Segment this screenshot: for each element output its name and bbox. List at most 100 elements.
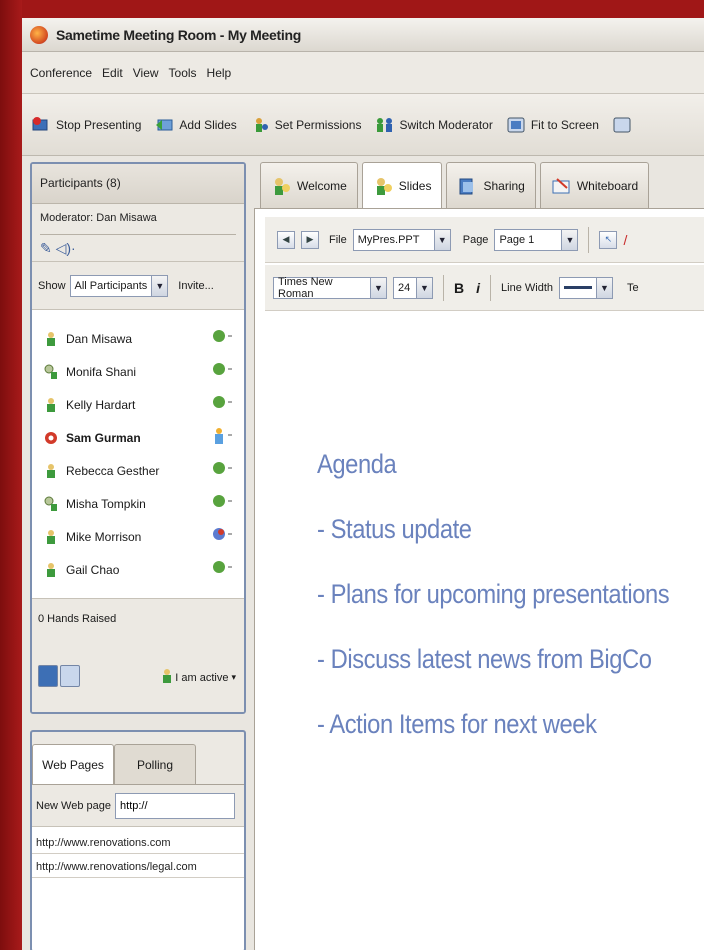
next-slide-button[interactable]: ▶ — [301, 230, 319, 249]
fit-to-screen-icon — [507, 117, 525, 133]
tab-welcome[interactable]: Welcome — [260, 162, 358, 208]
tab-slides[interactable]: Slides — [361, 162, 443, 208]
page-select[interactable]: Page 1 ▼ — [494, 228, 579, 251]
slide-bullet: - Status update — [317, 514, 472, 544]
slides-toolbar: ◀ ▶ File MyPres.PPT ▼ Page Page 1 ▼ ↖ / — [265, 217, 704, 263]
web-link[interactable]: http://www.renovations/legal.com — [36, 861, 197, 873]
moderator-label: Moderator: Dan Misawa — [40, 212, 157, 224]
menu-help[interactable]: Help — [207, 66, 232, 80]
pen-speaker-icon[interactable]: ✎ ◁)· — [40, 240, 76, 257]
connected-status-icon — [212, 328, 234, 347]
line-width-select[interactable]: ▼ — [559, 276, 613, 299]
active-status-menu[interactable]: I am active ▾ — [162, 669, 236, 686]
participant-name: Gail Chao — [66, 562, 120, 577]
menu-tools[interactable]: Tools — [169, 66, 197, 80]
welcome-icon — [275, 177, 290, 195]
menu-view[interactable]: View — [133, 66, 159, 80]
hands-raised-count: 0 Hands Raised — [38, 613, 117, 625]
connected-status-icon — [212, 460, 234, 479]
participant-row[interactable]: Dan Misawa — [32, 322, 244, 355]
font-select[interactable]: Times New Roman ▼ — [273, 275, 387, 300]
bold-button[interactable]: B — [454, 280, 464, 296]
tab-whiteboard-label: Whiteboard — [576, 178, 639, 193]
menu-bar: Conference Edit View Tools Help — [22, 52, 704, 94]
active-status-label: I am active — [175, 671, 229, 684]
participant-name: Misha Tompkin — [66, 496, 146, 511]
participant-row[interactable]: Kelly Hardart — [32, 388, 244, 421]
chat-view-button[interactable] — [60, 665, 80, 687]
web-link[interactable]: http://www.renovations.com — [36, 837, 171, 849]
pointer-tool-button[interactable]: ↖ — [599, 230, 618, 249]
participant-filter-value: All Participants — [74, 279, 148, 292]
presenting-status-icon — [212, 427, 234, 448]
previous-slide-button[interactable]: ◀ — [277, 230, 295, 249]
participant-name: Monifa Shani — [66, 364, 137, 379]
show-label: Show — [38, 279, 66, 292]
person-icon — [44, 331, 58, 347]
tab-web-pages[interactable]: Web Pages — [32, 744, 114, 784]
menu-conference[interactable]: Conference — [30, 66, 92, 80]
permissions-icon — [251, 117, 269, 133]
text-label: Te — [627, 281, 639, 294]
show-filter-row: Show All Participants ▼ Invite... — [32, 262, 244, 310]
url-input[interactable] — [115, 792, 236, 819]
participant-row[interactable]: Rebecca Gesther — [32, 454, 244, 487]
sharing-icon — [459, 178, 474, 194]
tab-polling[interactable]: Polling — [114, 744, 196, 784]
line-width-preview — [560, 286, 596, 289]
participant-row[interactable]: Misha Tompkin — [32, 487, 244, 520]
participant-list: Dan Misawa Monifa Shani Kelly Hardart Sa… — [32, 310, 244, 600]
person-icon — [44, 397, 58, 413]
web-tabs: Web Pages Polling — [32, 744, 196, 784]
list-view-button[interactable] — [38, 665, 58, 687]
tab-sharing-label: Sharing — [483, 178, 525, 193]
participants-header: Participants (8) — [32, 164, 244, 204]
font-size-select[interactable]: 24 ▼ — [393, 276, 433, 299]
whiteboard-icon — [552, 177, 570, 193]
toolbar-separator — [490, 274, 492, 301]
menu-edit[interactable]: Edit — [102, 66, 123, 80]
invite-link[interactable]: Invite... — [178, 280, 213, 292]
participant-row[interactable]: Monifa Shani — [32, 355, 244, 388]
mixed-status-icon — [212, 526, 234, 545]
participant-row[interactable]: Mike Morrison — [32, 520, 244, 553]
slide-title: Agenda — [317, 449, 397, 479]
person-chat-icon — [44, 364, 58, 380]
slide-bullet: - Discuss latest news from BigCo — [317, 644, 652, 674]
format-toolbar: Times New Roman ▼ 24 ▼ B i Line Width ▼ … — [265, 265, 704, 311]
line-width-label: Line Width — [501, 281, 553, 294]
participant-row[interactable]: Gail Chao — [32, 553, 244, 586]
chevron-down-icon: ▼ — [416, 277, 432, 298]
font-select-value: Times New Roman — [278, 275, 333, 300]
divider — [32, 877, 244, 878]
main-tabs: Welcome Slides Sharing Whiteboard — [254, 162, 650, 208]
pen-tool-icon[interactable]: / — [623, 232, 627, 248]
toolbar-overflow-button[interactable] — [613, 117, 631, 133]
outer-top-border — [0, 0, 704, 18]
stop-presenting-label: Stop Presenting — [56, 117, 142, 132]
italic-button[interactable]: i — [476, 280, 480, 296]
fit-to-screen-label: Fit to Screen — [530, 117, 599, 132]
tab-whiteboard[interactable]: Whiteboard — [539, 162, 650, 208]
web-pages-body: New Web page http://www.renovations.com … — [32, 784, 244, 950]
meeting-window: Sametime Meeting Room - My Meeting Confe… — [22, 18, 704, 950]
divider — [40, 234, 236, 235]
person-icon — [162, 669, 172, 686]
participant-filter-select[interactable]: All Participants ▼ — [69, 274, 169, 297]
switch-moderator-button[interactable]: Switch Moderator — [375, 117, 493, 133]
participant-name: Dan Misawa — [66, 331, 133, 346]
file-select-value: MyPres.PPT — [357, 233, 420, 246]
sametime-logo-icon — [30, 25, 48, 44]
stop-presenting-button[interactable]: Stop Presenting — [32, 116, 142, 133]
toolbar-separator — [588, 226, 590, 253]
tab-sharing[interactable]: Sharing — [446, 162, 536, 208]
fit-to-screen-button[interactable]: Fit to Screen — [507, 117, 599, 133]
participant-row[interactable]: Sam Gurman — [32, 421, 244, 454]
add-slides-icon — [155, 117, 173, 133]
page-select-value: Page 1 — [499, 233, 535, 246]
file-select[interactable]: MyPres.PPT ▼ — [352, 228, 451, 251]
moderator-section: Moderator: Dan Misawa ✎ ◁)· — [32, 204, 244, 262]
add-slides-button[interactable]: Add Slides — [155, 117, 237, 133]
set-permissions-button[interactable]: Set Permissions — [251, 117, 361, 133]
tab-welcome-label: Welcome — [297, 178, 347, 193]
